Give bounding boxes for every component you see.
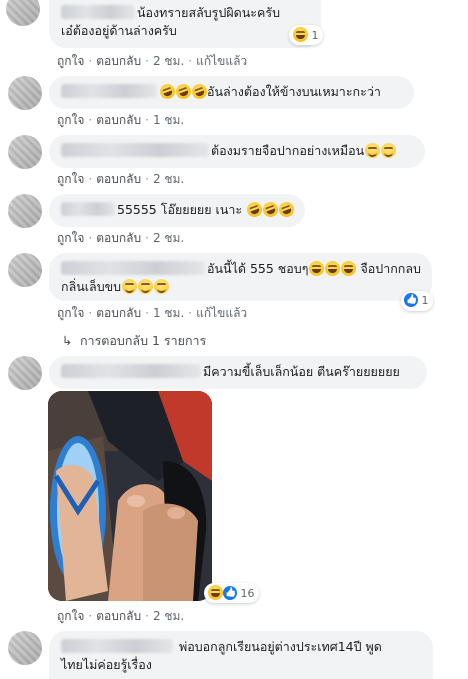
avatar[interactable] [8, 76, 42, 110]
smile-icon [154, 279, 170, 294]
comment-text: 55555 โอ๊ยยยยย เนาะ [117, 202, 243, 217]
comment-bubble: มีความขี้เล็บเล็กน้อย ตีนคร๊ายยยยยย [49, 356, 427, 389]
laugh-icon [293, 27, 308, 42]
separator-dot: · [145, 113, 149, 127]
smile-icon [381, 143, 397, 158]
laugh-icon [309, 261, 325, 276]
comment-photo[interactable] [48, 391, 212, 601]
separator-dot: · [88, 609, 93, 623]
like-link[interactable]: ถูกใจ [57, 172, 84, 186]
reply-link[interactable]: ตอบกลับ [96, 306, 141, 320]
blurred-username [61, 143, 209, 157]
comment-text: มีความขี้เล็บเล็กน้อย ตีนคร๊ายยยยยย [203, 364, 400, 379]
feet-sandals-image [48, 391, 212, 601]
laugh-icon [341, 261, 357, 276]
blurred-username [61, 364, 201, 378]
comment-text: กลิ่นเล็บขบ [61, 279, 122, 294]
rofl-icon [260, 199, 281, 220]
reaction-badge[interactable]: 16 [204, 583, 259, 603]
like-icon [404, 293, 418, 307]
reply-link[interactable]: ตอบกลับ [96, 609, 141, 623]
comment-text: เอ๋ต้องอยู่ด้านล่างครับ [61, 23, 177, 38]
reply-link[interactable]: ตอบกลับ [96, 231, 141, 245]
comment-actions: ถูกใจ · ตอบกลับ · 2 ชม. [57, 229, 184, 248]
separator-dot: · [88, 113, 93, 127]
avatar[interactable] [8, 135, 42, 169]
avatar[interactable] [8, 631, 42, 665]
separator-dot: · [145, 609, 149, 623]
separator-dot: · [88, 172, 93, 186]
separator-dot: · [145, 306, 149, 320]
like-link[interactable]: ถูกใจ [57, 113, 84, 127]
laugh-icon [208, 585, 223, 600]
blurred-username [61, 261, 205, 275]
blurred-username [61, 202, 115, 216]
comment-bubble: น้องทรายสลับรูปผิดนะครับ เอ๋ต้องอยู่ด้าน… [49, 0, 321, 48]
comment-text: อันล่างต้องให้ข้างบนเหมาะกะว่า [207, 84, 381, 99]
reply-arrow-icon: ↳ [62, 333, 73, 348]
reply-link[interactable]: ตอบกลับ [96, 172, 141, 186]
comment-actions: ถูกใจ · ตอบกลับ · 1 ชม. · แก้ไขแล้ว [57, 304, 247, 323]
separator-dot: · [145, 172, 149, 186]
comment-bubble: อันนี้ได้ 555 ชอบๆ จือปากกลบ กลิ่นเล็บขบ [49, 253, 432, 301]
comment-actions: ถูกใจ · ตอบกลับ · 2 ชม. · แก้ไขแล้ว [57, 52, 247, 71]
reply-link[interactable]: ตอบกลับ [96, 54, 141, 68]
separator-dot: · [188, 306, 193, 320]
reply-link[interactable]: ตอบกลับ [96, 113, 141, 127]
smile-icon [365, 143, 381, 158]
edited-label[interactable]: แก้ไขแล้ว [196, 306, 247, 320]
timestamp[interactable]: 2 ชม. [153, 231, 184, 245]
comment-actions: ถูกใจ · ตอบกลับ · 2 ชม. [57, 607, 184, 626]
separator-dot: · [188, 54, 193, 68]
timestamp[interactable]: 1 ชม. [153, 113, 184, 127]
separator-dot: · [88, 231, 93, 245]
laugh-icon [325, 261, 341, 276]
like-link[interactable]: ถูกใจ [57, 306, 84, 320]
comment-text: จือปากกลบ [360, 261, 421, 276]
like-icon [223, 586, 237, 600]
rofl-icon [173, 81, 194, 102]
comment-text: อันนี้ได้ 555 ชอบๆ [207, 261, 309, 276]
like-link[interactable]: ถูกใจ [57, 609, 84, 623]
rofl-icon [276, 199, 297, 220]
comment-bubble: 55555 โอ๊ยยยยย เนาะ [49, 194, 305, 227]
timestamp[interactable]: 2 ชม. [153, 54, 184, 68]
blurred-username [61, 639, 173, 653]
separator-dot: · [88, 306, 93, 320]
comment-bubble: พ่อบอกลูกเรียนอยู่ต่างประเทศ14ปี พูด ไทย… [49, 631, 433, 679]
avatar[interactable] [8, 194, 42, 228]
view-replies-link[interactable]: ↳ การตอบกลับ 1 รายการ [62, 331, 206, 351]
comment-text: ต้องมรายจือปากอย่างเหมือน [211, 143, 365, 158]
comment-text: ไทยไม่ค่อยรู้เรื่อง [61, 657, 152, 672]
comment-text: น้องทรายสลับรูปผิดนะครับ [137, 5, 281, 20]
avatar[interactable] [8, 356, 42, 390]
edited-label[interactable]: แก้ไขแล้ว [196, 54, 247, 68]
comment-actions: ถูกใจ · ตอบกลับ · 2 ชม. [57, 170, 184, 189]
separator-dot: · [145, 54, 149, 68]
smile-icon [138, 279, 154, 294]
comment-text: พ่อบอกลูกเรียนอยู่ต่างประเทศ14ปี พูด [178, 639, 382, 654]
avatar[interactable] [8, 253, 42, 287]
reaction-badge[interactable]: 1 [401, 291, 433, 311]
blurred-username [61, 5, 135, 19]
like-link[interactable]: ถูกใจ [57, 54, 84, 68]
separator-dot: · [145, 231, 149, 245]
smile-icon [122, 279, 138, 294]
rofl-icon [244, 199, 265, 220]
comment-bubble: ต้องมรายจือปากอย่างเหมือน [49, 135, 425, 168]
timestamp[interactable]: 2 ชม. [153, 172, 184, 186]
separator-dot: · [88, 54, 93, 68]
like-link[interactable]: ถูกใจ [57, 231, 84, 245]
avatar[interactable] [6, 0, 40, 26]
comment-actions: ถูกใจ · ตอบกลับ · 1 ชม. [57, 111, 184, 130]
rofl-icon [157, 81, 178, 102]
reaction-badge[interactable]: 1 [289, 25, 323, 45]
timestamp[interactable]: 1 ชม. [153, 306, 184, 320]
comment-bubble: อันล่างต้องให้ข้างบนเหมาะกะว่า [49, 76, 414, 109]
blurred-username [61, 84, 157, 98]
timestamp[interactable]: 2 ชม. [153, 609, 184, 623]
